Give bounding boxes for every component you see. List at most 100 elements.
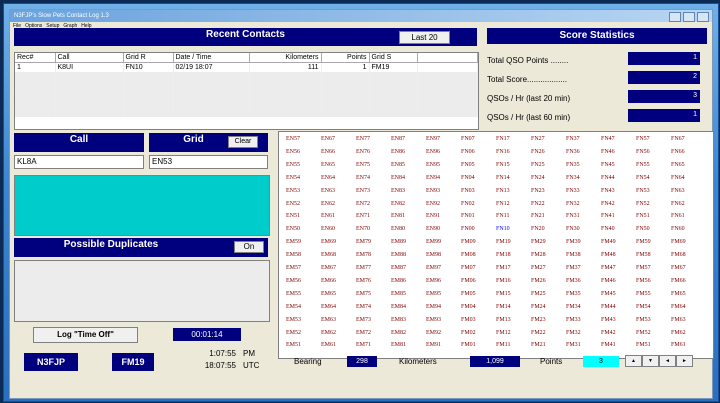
- grid-square-fm44[interactable]: FM44: [601, 304, 616, 310]
- grid-square-fm04[interactable]: FM04: [461, 304, 476, 310]
- grid-square-fn44[interactable]: FN44: [601, 175, 615, 181]
- grid-square-en55[interactable]: EN55: [286, 162, 300, 168]
- grid-square-em94[interactable]: EM94: [426, 304, 441, 310]
- grid-square-fm51[interactable]: FM51: [636, 342, 651, 348]
- grid-square-fm56[interactable]: FM56: [636, 278, 651, 284]
- grid-square-em65[interactable]: EM65: [321, 291, 336, 297]
- grid-square-em79[interactable]: EM79: [356, 239, 371, 245]
- grid-square-em62[interactable]: EM62: [321, 330, 336, 336]
- grid-square-em89[interactable]: EM89: [391, 239, 406, 245]
- grid-square-en80[interactable]: EN80: [391, 226, 405, 232]
- grid-square-fm45[interactable]: FM45: [601, 291, 616, 297]
- grid-square-fn10[interactable]: FN10: [496, 226, 510, 232]
- grid-square-en95[interactable]: EN95: [426, 162, 440, 168]
- last-20-button[interactable]: Last 20: [399, 31, 450, 44]
- grid-square-fn37[interactable]: FN37: [566, 136, 580, 142]
- grid-square-fm08[interactable]: FM08: [461, 252, 476, 258]
- grid-square-fm26[interactable]: FM26: [531, 278, 546, 284]
- grid-square-fn00[interactable]: FN00: [461, 226, 475, 232]
- grid-square-fn46[interactable]: FN46: [601, 149, 615, 155]
- grid-square-fm52[interactable]: FM52: [636, 330, 651, 336]
- grid-square-fn17[interactable]: FN17: [496, 136, 510, 142]
- grid-square-em59[interactable]: EM59: [286, 239, 301, 245]
- grid-square-en94[interactable]: EN94: [426, 175, 440, 181]
- grid-square-fm38[interactable]: FM38: [566, 252, 581, 258]
- grid-square-em75[interactable]: EM75: [356, 291, 371, 297]
- grid-square-en54[interactable]: EN54: [286, 175, 300, 181]
- grid-square-fn42[interactable]: FN42: [601, 201, 615, 207]
- grid-square-en66[interactable]: EN66: [321, 149, 335, 155]
- grid-square-em95[interactable]: EM95: [426, 291, 441, 297]
- grid-square-en53[interactable]: EN53: [286, 188, 300, 194]
- grid-square-em86[interactable]: EM86: [391, 278, 406, 284]
- close-icon[interactable]: [697, 12, 709, 22]
- grid-square-fn20[interactable]: FN20: [531, 226, 545, 232]
- grid-square-fm37[interactable]: FM37: [566, 265, 581, 271]
- arrow-up-icon[interactable]: ▲: [625, 355, 642, 367]
- grid-square-em76[interactable]: EM76: [356, 278, 371, 284]
- grid-square-fn45[interactable]: FN45: [601, 162, 615, 168]
- grid-square-fm32[interactable]: FM32: [566, 330, 581, 336]
- grid-square-fm34[interactable]: FM34: [566, 304, 581, 310]
- grid-square-en50[interactable]: EN50: [286, 226, 300, 232]
- grid-square-fn64[interactable]: FN64: [671, 175, 685, 181]
- grid-square-em58[interactable]: EM58: [286, 252, 301, 258]
- grid-square-fm18[interactable]: FM18: [496, 252, 511, 258]
- grid-square-fn56[interactable]: FN56: [636, 149, 650, 155]
- grid-square-fn35[interactable]: FN35: [566, 162, 580, 168]
- grid-square-em61[interactable]: EM61: [321, 342, 336, 348]
- arrow-left-icon[interactable]: ◄: [659, 355, 676, 367]
- grid-square-fm42[interactable]: FM42: [601, 330, 616, 336]
- grid-square-fn50[interactable]: FN50: [636, 226, 650, 232]
- grid-square-fm16[interactable]: FM16: [496, 278, 511, 284]
- grid-square-fn67[interactable]: FN67: [671, 136, 685, 142]
- grid-square-fm13[interactable]: FM13: [496, 317, 511, 323]
- grid-square-em74[interactable]: EM74: [356, 304, 371, 310]
- grid-square-fn61[interactable]: FN61: [671, 213, 685, 219]
- grid-square-em55[interactable]: EM55: [286, 291, 301, 297]
- grid-square-em54[interactable]: EM54: [286, 304, 301, 310]
- col-kilometers[interactable]: Kilometers: [249, 53, 322, 63]
- grid-square-em52[interactable]: EM52: [286, 330, 301, 336]
- grid-square-fm54[interactable]: FM54: [636, 304, 651, 310]
- grid-square-em99[interactable]: EM99: [426, 239, 441, 245]
- grid-square-em72[interactable]: EM72: [356, 330, 371, 336]
- table-row[interactable]: 1 K8UI FN10 02/19 18:07 111 1 FM19: [15, 62, 478, 72]
- grid-square-en70[interactable]: EN70: [356, 226, 370, 232]
- grid-square-en72[interactable]: EN72: [356, 201, 370, 207]
- grid-square-en64[interactable]: EN64: [321, 175, 335, 181]
- grid-square-fn65[interactable]: FN65: [671, 162, 685, 168]
- grid-square-fn63[interactable]: FN63: [671, 188, 685, 194]
- grid-square-en82[interactable]: EN82: [391, 201, 405, 207]
- grid-square-fm09[interactable]: FM09: [461, 239, 476, 245]
- grid-square-em93[interactable]: EM93: [426, 317, 441, 323]
- grid-square-em71[interactable]: EM71: [356, 342, 371, 348]
- grid-square-fn25[interactable]: FN25: [531, 162, 545, 168]
- grid-square-fn22[interactable]: FN22: [531, 201, 545, 207]
- col-grid-s[interactable]: Grid S: [369, 53, 418, 63]
- grid-square-en90[interactable]: EN90: [426, 226, 440, 232]
- grid-square-fn33[interactable]: FN33: [566, 188, 580, 194]
- grid-square-fm33[interactable]: FM33: [566, 317, 581, 323]
- grid-square-fn04[interactable]: FN04: [461, 175, 475, 181]
- grid-square-fm47[interactable]: FM47: [601, 265, 616, 271]
- grid-square-em77[interactable]: EM77: [356, 265, 371, 271]
- grid-square-fm36[interactable]: FM36: [566, 278, 581, 284]
- grid-square-fm28[interactable]: FM28: [531, 252, 546, 258]
- arrow-down-icon[interactable]: ▼: [642, 355, 659, 367]
- grid-square-en63[interactable]: EN63: [321, 188, 335, 194]
- grid-square-em64[interactable]: EM64: [321, 304, 336, 310]
- grid-square-fn03[interactable]: FN03: [461, 188, 475, 194]
- grid-square-fn57[interactable]: FN57: [636, 136, 650, 142]
- grid-square-fn24[interactable]: FN24: [531, 175, 545, 181]
- grid-square-fm17[interactable]: FM17: [496, 265, 511, 271]
- grid-square-fm01[interactable]: FM01: [461, 342, 476, 348]
- grid-square-en75[interactable]: EN75: [356, 162, 370, 168]
- grid-square-fm22[interactable]: FM22: [531, 330, 546, 336]
- grid-square-fm24[interactable]: FM24: [531, 304, 546, 310]
- grid-square-em96[interactable]: EM96: [426, 278, 441, 284]
- grid-square-em78[interactable]: EM78: [356, 252, 371, 258]
- grid-square-em73[interactable]: EM73: [356, 317, 371, 323]
- duplicates-toggle-button[interactable]: On: [234, 241, 264, 253]
- grid-square-en62[interactable]: EN62: [321, 201, 335, 207]
